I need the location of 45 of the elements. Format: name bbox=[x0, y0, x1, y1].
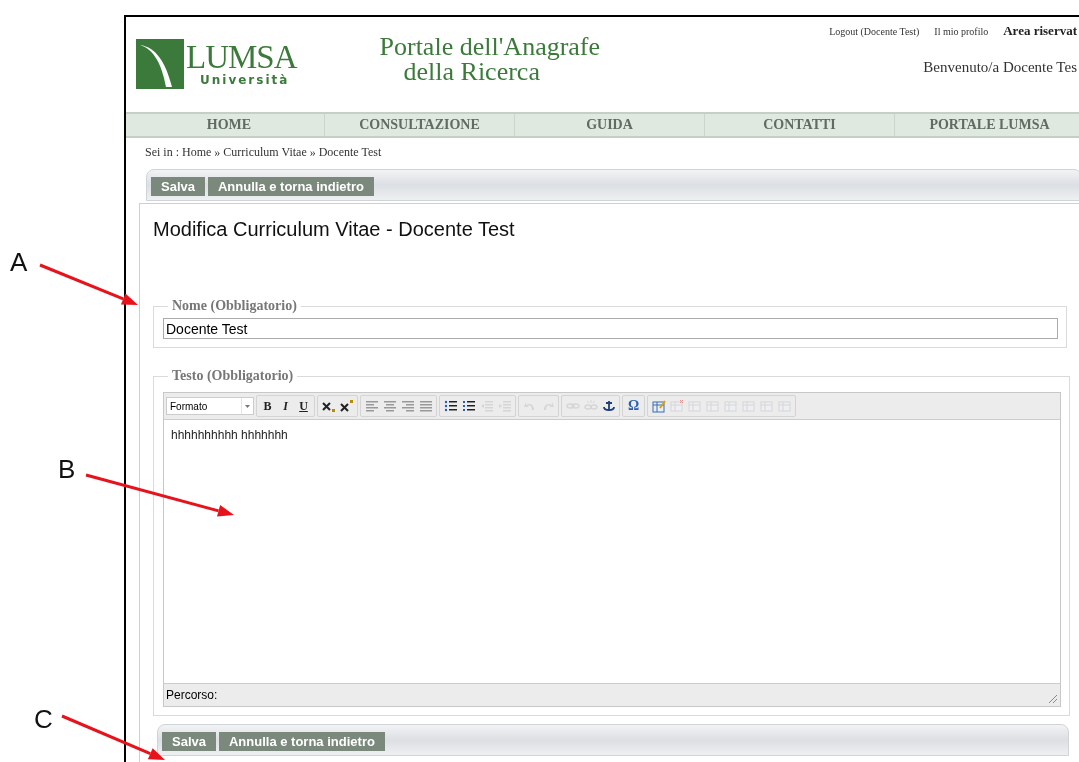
anchor-icon bbox=[601, 399, 616, 413]
annotation-letter: B bbox=[58, 454, 76, 485]
align-center-icon bbox=[382, 399, 397, 413]
portal-title: Portale dell'Anagrafe bbox=[379, 34, 601, 59]
delete-table-icon bbox=[669, 399, 684, 413]
align-left-icon bbox=[364, 399, 379, 413]
caret-icon bbox=[241, 398, 253, 414]
nav-link[interactable]: CONSULTAZIONE bbox=[324, 114, 514, 136]
logo-name: LUMSA bbox=[186, 41, 297, 73]
nav-link[interactable]: GUIDA bbox=[514, 114, 704, 136]
welcome-text: Benvenuto/a Docente Tes bbox=[923, 59, 1077, 76]
area-label: Area riservat bbox=[1003, 23, 1077, 39]
name-input[interactable]: Docente Test bbox=[163, 318, 1058, 339]
nav-link[interactable]: CONTATTI bbox=[704, 114, 894, 136]
bold-button[interactable]: B bbox=[259, 397, 276, 415]
breadcrumb: Sei in : Home » Curriculum Vitae » Docente Test bbox=[145, 145, 383, 160]
portal-title: della Ricerca bbox=[402, 59, 540, 84]
save-button[interactable]: Salva bbox=[151, 176, 205, 196]
path-label: Percorso: bbox=[166, 688, 218, 702]
numbered-list-icon bbox=[461, 399, 476, 413]
superscript-icon bbox=[339, 399, 354, 413]
align-right-icon bbox=[400, 399, 415, 413]
special-character-button[interactable]: Ω bbox=[625, 397, 642, 415]
bullet-list-icon bbox=[443, 399, 458, 413]
nav-link[interactable]: PORTALE LUMSA bbox=[894, 114, 1079, 136]
header-link[interactable]: Logout (Docente Test) bbox=[829, 26, 920, 37]
cancel-button[interactable]: Annulla e torna indietro bbox=[219, 731, 385, 751]
italic-button[interactable]: I bbox=[277, 397, 294, 415]
table-edit-icon bbox=[651, 399, 666, 413]
format-dropdown[interactable]: Formato bbox=[166, 397, 254, 415]
page-title: Modifica Curriculum Vitae - Docente Test bbox=[153, 218, 516, 241]
justify-icon bbox=[418, 399, 433, 413]
header-link[interactable]: Il mio profilo bbox=[934, 26, 989, 37]
nav-link[interactable]: HOME bbox=[134, 114, 324, 136]
underline-button[interactable]: U bbox=[295, 397, 312, 415]
cancel-button[interactable]: Annulla e torna indietro bbox=[208, 176, 374, 196]
resize-grip-icon[interactable] bbox=[1048, 694, 1058, 704]
annotation-letter: C bbox=[34, 704, 53, 735]
annotation-letter: A bbox=[10, 247, 28, 278]
field-legend: Testo (Obbligatorio) bbox=[168, 368, 298, 384]
logo-subtitle: Università bbox=[200, 73, 291, 87]
subscript-icon bbox=[321, 399, 336, 413]
field-legend: Nome (Obbligatorio) bbox=[168, 298, 301, 314]
leaf-logo-icon bbox=[136, 39, 184, 89]
save-button[interactable]: Salva bbox=[162, 731, 216, 751]
